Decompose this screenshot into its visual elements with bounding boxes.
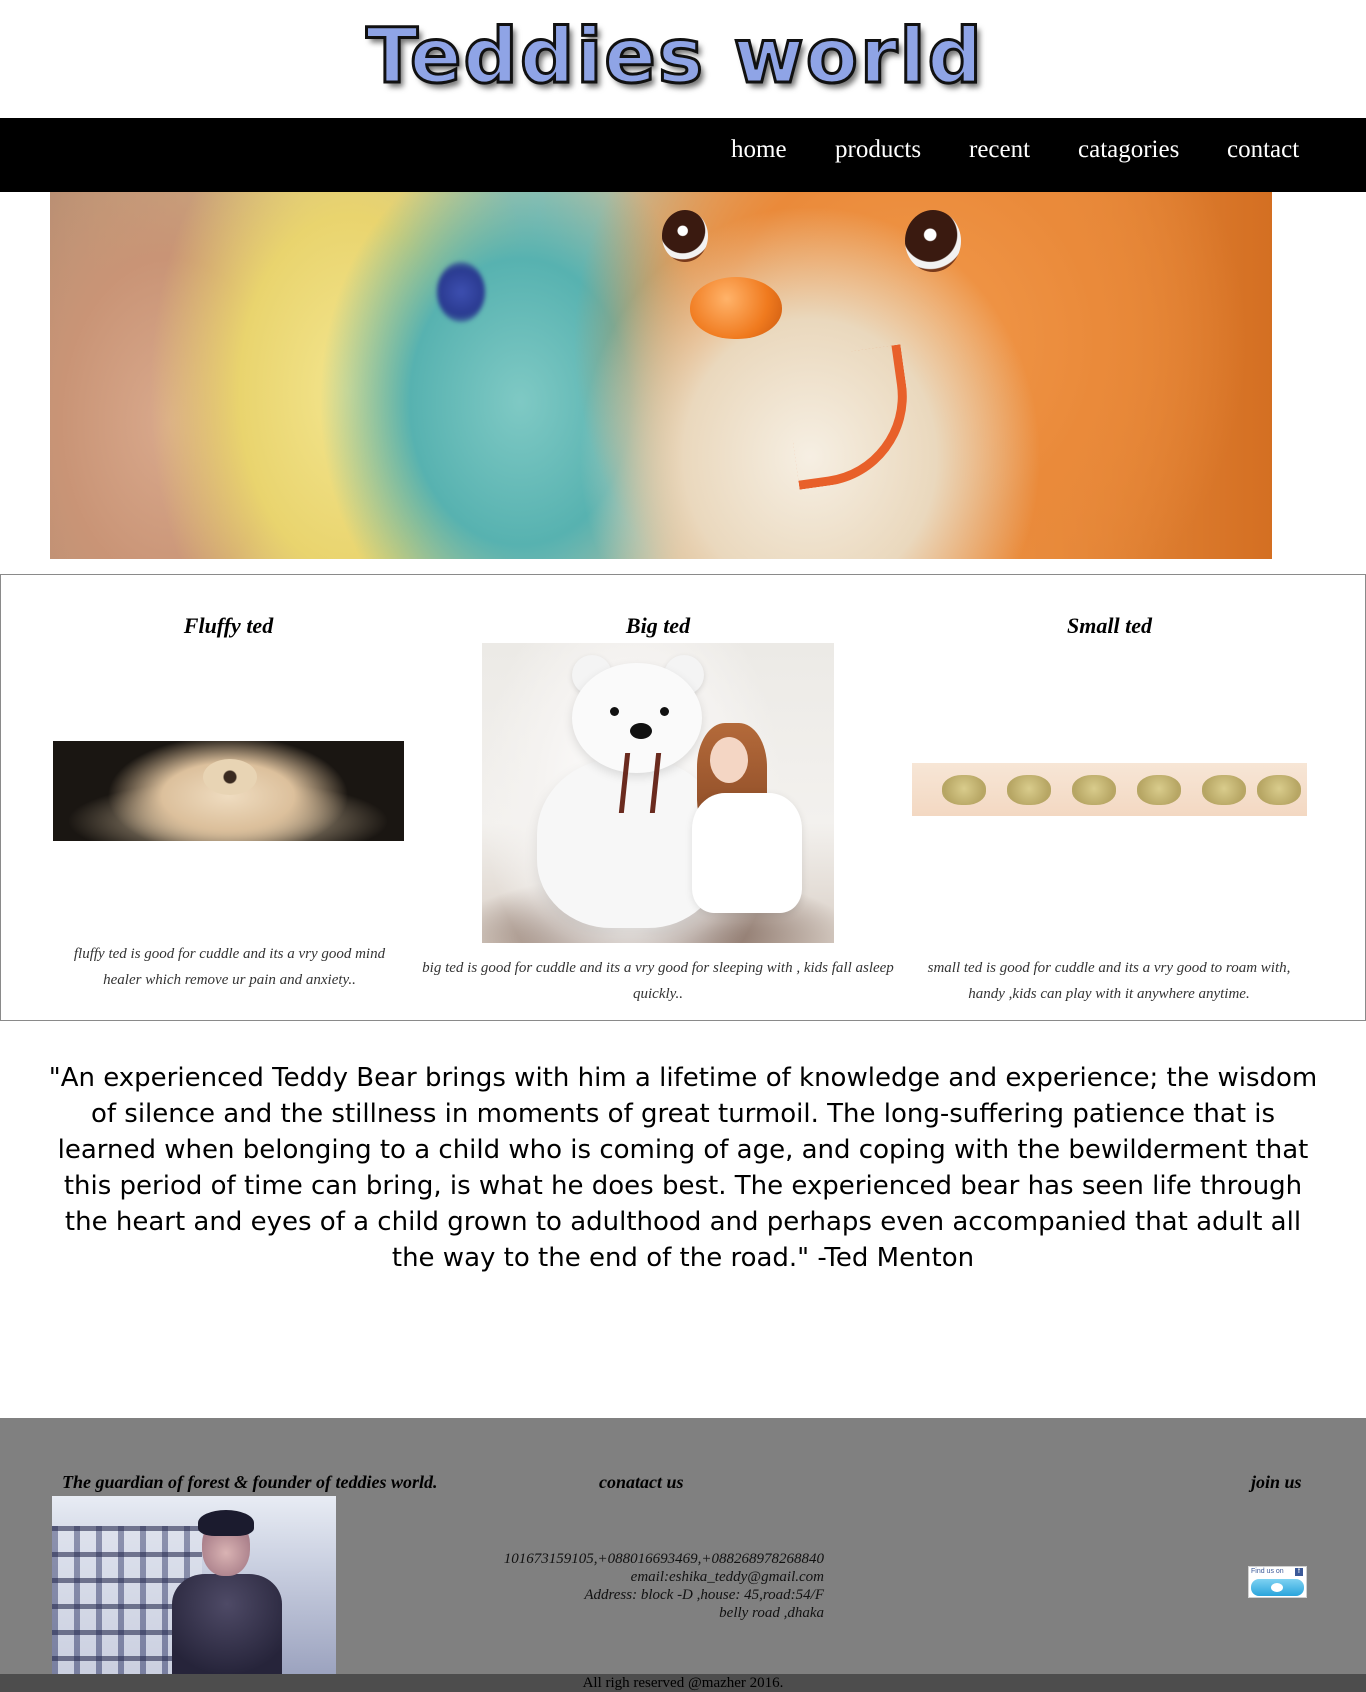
site-header: Teddies world — [0, 0, 1366, 118]
copyright-bar: All righ reserved @mazher 2016. — [0, 1674, 1366, 1692]
facebook-icon: f — [1295, 1568, 1303, 1576]
founder-photo-hair — [198, 1510, 254, 1536]
hero-bear-right-eye — [905, 210, 961, 272]
footer-contact-heading: conatact us — [599, 1472, 684, 1492]
hero-blue-bear-eye — [437, 262, 485, 322]
big-ted-right-eye — [660, 707, 669, 716]
main-nav: home products recent catagories contact — [0, 118, 1366, 192]
facebook-badge-graphic — [1251, 1579, 1304, 1596]
footer-contact-info: 101673159105,+088016693469,+088268978268… — [440, 1550, 824, 1622]
big-ted-ribbon — [618, 753, 662, 813]
girl-body — [692, 793, 802, 913]
site-logo[interactable]: Teddies world — [365, 9, 984, 101]
product-description-small: small ted is good for cuddle and its a v… — [927, 960, 1291, 1002]
product-title-big: Big ted — [625, 613, 691, 638]
contact-phone-numbers: 101673159105,+088016693469,+088268978268… — [503, 1551, 824, 1567]
product-image-small-ted[interactable] — [912, 763, 1307, 816]
girl-face — [710, 737, 748, 783]
products-section: Fluffy ted Big ted Small ted fluffy ted … — [0, 574, 1366, 1021]
hero-teddy-banner — [50, 192, 1272, 559]
product-image-fluffy-ted[interactable] — [53, 741, 404, 841]
small-ted-figure — [942, 775, 986, 805]
small-ted-figure — [1007, 775, 1051, 805]
nav-item-home[interactable]: home — [731, 136, 787, 164]
nav-item-products[interactable]: products — [835, 136, 921, 164]
founder-photo — [52, 1496, 336, 1674]
product-title-small: Small ted — [1067, 613, 1152, 638]
contact-address-city: belly road ,dhaka — [719, 1605, 824, 1621]
product-image-big-ted[interactable] — [482, 643, 834, 943]
footer-join-heading: join us — [1251, 1472, 1302, 1492]
big-ted-left-eye — [610, 707, 619, 716]
nav-item-contact[interactable]: contact — [1227, 136, 1299, 164]
facebook-find-us-button[interactable]: Find us on f — [1248, 1566, 1307, 1598]
hero-bear-nose — [690, 277, 782, 339]
nav-item-catagories[interactable]: catagories — [1078, 136, 1179, 164]
hero-bear-left-eye — [662, 210, 708, 262]
fluffy-ted-face — [203, 759, 257, 795]
big-ted-nose — [630, 723, 652, 739]
footer-founder-heading: The guardian of forest & founder of tedd… — [62, 1472, 438, 1492]
site-footer: The guardian of forest & founder of tedd… — [0, 1418, 1366, 1674]
founder-photo-shirt — [172, 1574, 282, 1674]
product-description-fluffy: fluffy ted is good for cuddle and its a … — [73, 946, 386, 988]
nav-item-recent[interactable]: recent — [969, 136, 1030, 164]
product-description-big: big ted is good for cuddle and its a vry… — [422, 960, 894, 1002]
contact-email[interactable]: email:eshika_teddy@gmail.com — [440, 1568, 824, 1586]
product-title-fluffy: Fluffy ted — [183, 613, 274, 638]
contact-address: Address: block -D ,house: 45,road:54/F — [584, 1587, 824, 1603]
copyright-text: All righ reserved @mazher 2016. — [582, 1675, 784, 1691]
hero-bear-smile — [781, 344, 919, 490]
small-ted-figure — [1072, 775, 1116, 805]
small-ted-figure — [1202, 775, 1246, 805]
small-ted-figure — [1137, 775, 1181, 805]
small-ted-figure — [1257, 775, 1301, 805]
teddy-quote: "An experienced Teddy Bear brings with h… — [48, 1063, 1318, 1273]
